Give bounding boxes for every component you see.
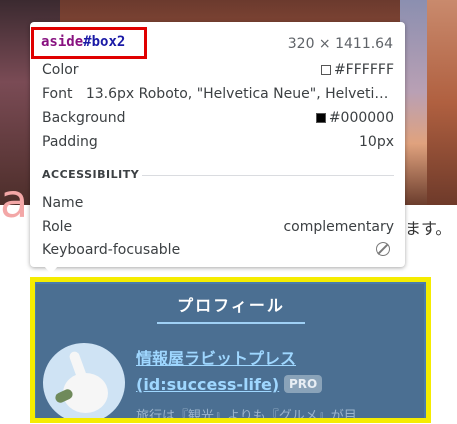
blog-name-link[interactable]: 情報屋ラビットプレス [136,345,296,369]
a11y-name-label: Name [42,195,84,211]
blog-description: 旅行は『観光』よりも『グルメ』が目 [136,409,357,424]
element-selector: aside#box2 [41,34,125,50]
accessibility-heading: ACCESSIBILITY [42,168,140,181]
background-swatch [315,113,326,123]
prop-label-padding: Padding [42,134,98,150]
prop-color-text: #FFFFFF [333,62,394,78]
pro-badge: PRO [284,375,323,393]
profile-title: プロフィール [157,292,305,324]
not-allowed-icon [376,242,390,256]
a11y-role-value: complementary [283,219,394,235]
prop-value-color: #FFFFFF [320,62,394,78]
color-swatch [320,65,331,75]
prop-label-font: Font 13.6px Roboto, "Helvetica Neue", He… [42,86,388,102]
prop-background-text: #000000 [328,110,394,126]
prop-font-label: Font [42,86,73,102]
avatar[interactable] [43,343,125,423]
prop-label-background: Background [42,110,126,126]
tooltip-arrow [44,266,58,274]
prop-font-value: 13.6px Roboto, "Helvetica Neue", Helveti… [85,86,389,102]
selector-id: #box2 [83,34,126,50]
prop-value-background: #000000 [315,110,394,126]
a11y-keyboard-label: Keyboard-focusable [42,242,181,258]
section-divider [142,175,394,176]
a11y-role-label: Role [42,219,73,235]
blog-id-link[interactable]: (id:success-life) [136,375,279,394]
decorative-letter: a [0,174,33,228]
selector-tag: aside [41,34,84,50]
prop-label-color: Color [42,62,79,78]
page-text-fragment: ます。 [405,219,452,238]
prop-value-padding: 10px [359,134,394,150]
element-dimensions: 320 × 1411.64 [287,36,393,52]
